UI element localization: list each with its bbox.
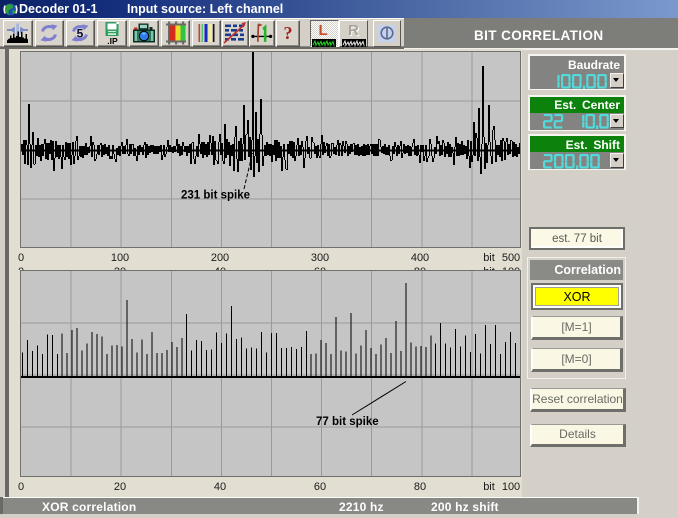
- svg-text:77 bit spike: 77 bit spike: [316, 416, 379, 428]
- svg-text:.IP: .IP: [107, 36, 118, 45]
- svg-text:5: 5: [77, 27, 84, 41]
- svg-text:?: ?: [283, 23, 292, 43]
- svg-text:231 bit spike: 231 bit spike: [181, 190, 250, 202]
